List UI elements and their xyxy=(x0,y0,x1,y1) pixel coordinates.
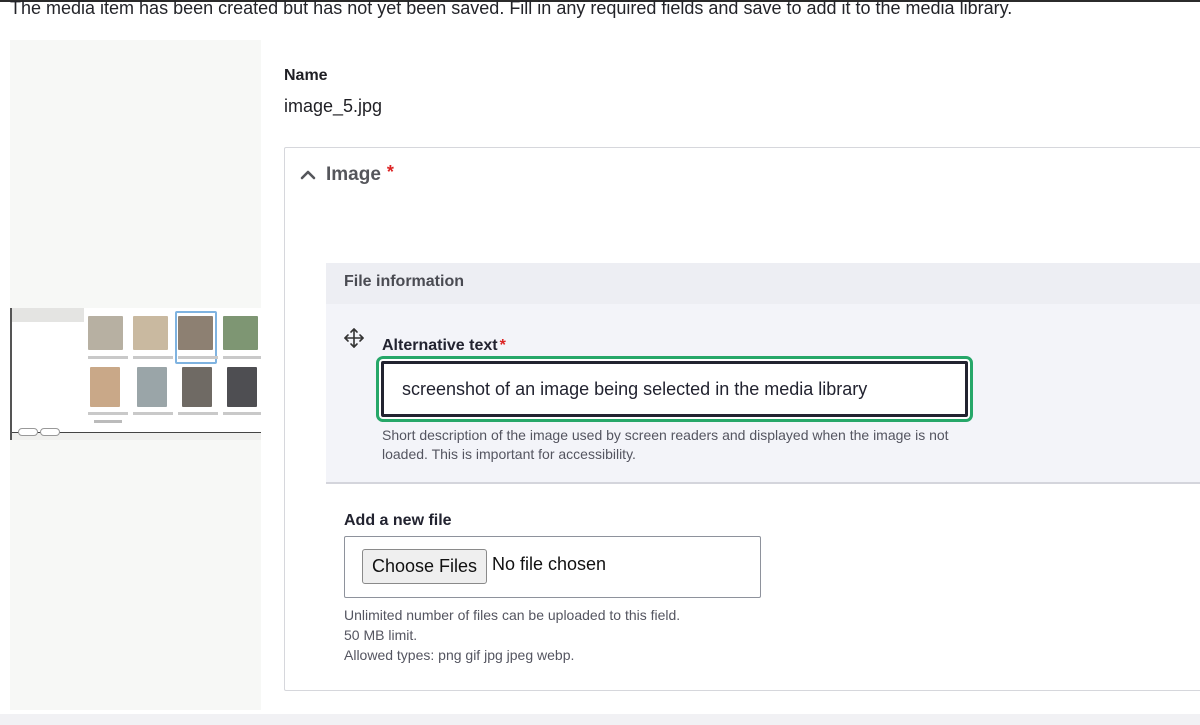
image-field-title: Image xyxy=(326,164,381,185)
thumbnail-toolbar xyxy=(12,308,84,322)
alt-text-label: Alternative text * xyxy=(382,337,506,355)
file-help-line: 50 MB limit. xyxy=(344,627,418,643)
thumbnail-caption xyxy=(223,356,261,359)
move-icon[interactable] xyxy=(343,327,365,349)
thumbnail-tile xyxy=(223,316,258,350)
file-help-line: Allowed types: png gif jpg jpeg webp. xyxy=(344,647,575,663)
thumbnail-tile xyxy=(227,367,257,407)
add-new-file-label: Add a new file xyxy=(344,512,452,529)
required-mark: * xyxy=(499,337,506,354)
thumbnail-caption xyxy=(178,356,218,359)
media-thumbnail xyxy=(10,308,261,440)
thumbnail-pager xyxy=(94,420,122,423)
file-information-title: File information xyxy=(344,273,464,290)
thumbnail-caption xyxy=(223,412,261,415)
status-message: The media item has been created but has … xyxy=(10,0,1013,18)
name-value: image_5.jpg xyxy=(284,96,383,116)
thumbnail-tile xyxy=(133,316,168,350)
choose-files-button[interactable]: Choose Files xyxy=(362,549,487,584)
thumbnail-tile xyxy=(182,367,212,407)
thumbnail-tile xyxy=(88,316,123,350)
alt-text-help: Short description of the image used by s… xyxy=(382,427,949,462)
image-field-summary[interactable]: Image * xyxy=(300,161,394,186)
thumbnail-button xyxy=(40,428,60,436)
required-mark: * xyxy=(386,161,394,182)
alt-text-label-text: Alternative text xyxy=(382,337,498,354)
thumbnail-caption xyxy=(133,412,173,415)
thumbnail-tile xyxy=(137,367,167,407)
thumbnail-tile xyxy=(90,367,120,407)
thumbnail-caption xyxy=(178,412,218,415)
thumbnail-caption xyxy=(88,356,128,359)
file-status: No file chosen xyxy=(492,554,607,574)
thumbnail-button xyxy=(18,428,38,436)
thumbnail-caption xyxy=(133,356,173,359)
divider xyxy=(326,482,1200,484)
chevron-up-icon xyxy=(300,170,316,180)
name-label: Name xyxy=(284,67,328,84)
file-help-line: Unlimited number of files can be uploade… xyxy=(344,607,681,623)
bottom-strip xyxy=(0,714,1200,725)
alt-text-input[interactable] xyxy=(381,361,968,417)
file-upload-help: Unlimited number of files can be uploade… xyxy=(344,605,680,665)
thumbnail-caption xyxy=(88,412,128,415)
